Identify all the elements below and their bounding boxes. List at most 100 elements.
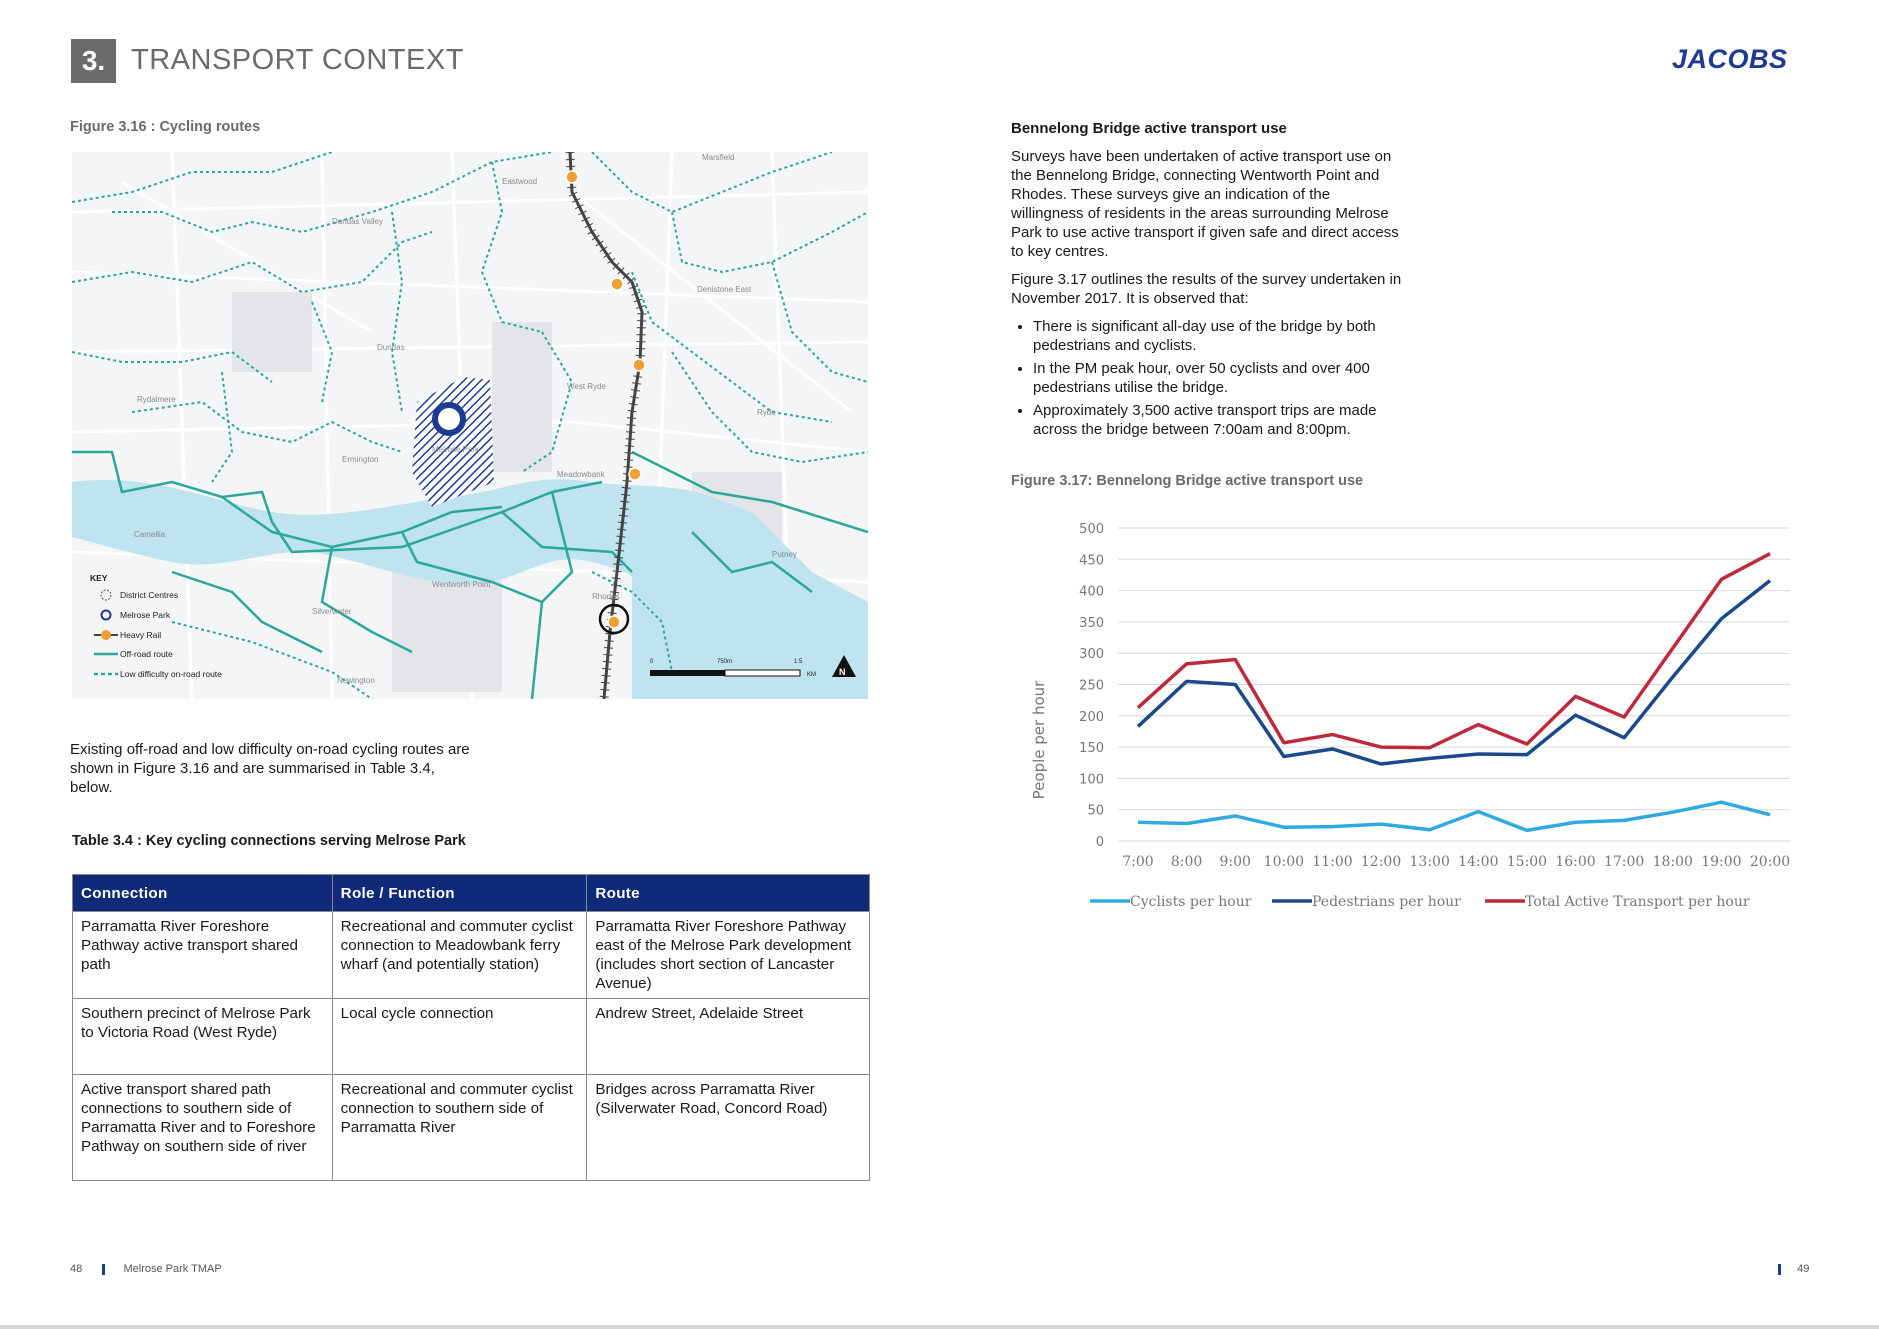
station-icon (565, 170, 579, 184)
legend-label-off-road: Off-road route (120, 649, 173, 659)
cycling-intro-text: Existing off-road and low difficulty on-… (70, 741, 470, 796)
label-melrose-park: Melrose Park (432, 445, 480, 454)
chart-x-tick-label: 9:00 (1220, 854, 1251, 870)
label-dundas-valley: Dundas Valley (332, 217, 383, 226)
chart-x-tick-label: 13:00 (1410, 854, 1450, 870)
map-legend: KEY District Centres Melrose Park Heavy … (90, 573, 222, 679)
footer-divider-icon (102, 1263, 106, 1275)
label-ermington: Ermington (342, 455, 378, 464)
table-cell: Recreational and commuter cyclist connec… (331, 911, 588, 999)
table-cell: Parramatta River Foreshore Pathway east … (586, 911, 870, 999)
table-header-connection: Connection (72, 874, 333, 912)
scale-mid: 750m (717, 659, 732, 665)
right-page-number: 49 (1797, 1263, 1810, 1275)
label-silverwater: Silverwater (312, 607, 352, 616)
chart-x-tick-labels: 7:00 8:00 9:00 10:00 11:00 12:00 13:00 14:00 15:… (1122, 854, 1790, 870)
melrose-park-area (412, 377, 494, 507)
bennelong-line-chart: 0 50 100 150 200 250 300 350 400 450 500 7:00 8:00 9… (1030, 522, 1790, 910)
chart-x-tick-label: 18:00 (1653, 854, 1693, 870)
table-cell: Parramatta River Foreshore Pathway activ… (72, 911, 333, 999)
legend-key-title: KEY (90, 573, 108, 583)
table-cell: Local cycle connection (331, 998, 588, 1075)
label-west-ryde: West Ryde (567, 382, 607, 391)
chart-series-line (1136, 552, 1771, 750)
chart-series-line (1137, 800, 1771, 833)
footer-divider-icon (1778, 1263, 1781, 1275)
label-dundas: Dundas (377, 343, 405, 352)
bennelong-para-2: Figure 3.17 outlines the results of the … (1011, 271, 1402, 307)
chart-x-tick-label: 19:00 (1701, 854, 1741, 870)
bullet-item: In the PM peak hour, over 50 cyclists an… (1033, 359, 1406, 397)
table-header-row: Connection Role / Function Route (72, 874, 870, 912)
chart-x-tick-label: 11:00 (1312, 854, 1352, 870)
north-label: N (839, 667, 846, 677)
page-bottom-strip (0, 1325, 1879, 1329)
bennelong-bullets: There is significant all-day use of the … (1011, 317, 1406, 443)
chart-y-tick-label: 0 (1096, 835, 1104, 850)
label-newington: Newington (337, 676, 375, 685)
chart-y-tick-label: 300 (1079, 647, 1104, 662)
station-icon (632, 358, 646, 372)
chart-y-tick-labels: 0 50 100 150 200 250 300 350 400 450 500 (1079, 522, 1104, 850)
map-svg: Eastwood Marsfield Denistone East Dundas… (71, 151, 869, 700)
chart-legend-label: Pedestrians per hour (1312, 894, 1461, 910)
label-marsfield: Marsfield (702, 153, 734, 162)
chart-y-tick-label: 200 (1079, 710, 1104, 725)
legend-label-district-centres: District Centres (120, 590, 178, 600)
label-eastwood: Eastwood (502, 177, 537, 186)
table-row: Southern precinct of Melrose Park to Vic… (72, 998, 870, 1075)
legend-label-low-difficulty: Low difficulty on-road route (120, 669, 222, 679)
chart-x-tick-label: 12:00 (1361, 854, 1401, 870)
label-rhodes: Rhodes (592, 592, 620, 601)
table-cell: Bridges across Parramatta River (Silverw… (586, 1074, 870, 1181)
table-header-route: Route (586, 874, 870, 912)
table-cell: Active transport shared path connections… (72, 1074, 333, 1181)
chart-x-tick-label: 7:00 (1122, 854, 1153, 870)
station-icon (628, 467, 642, 481)
label-denistone-east: Denistone East (697, 285, 752, 294)
table-header-role: Role / Function (331, 874, 588, 912)
label-wentworth-point: Wentworth Point (432, 580, 491, 589)
section-number: 3. (71, 39, 116, 83)
station-icon (610, 277, 624, 291)
chart-y-tick-label: 500 (1079, 522, 1104, 537)
scale-unit: KM (807, 672, 816, 678)
chart-x-tick-label: 15:00 (1507, 854, 1547, 870)
chart-x-tick-label: 17:00 (1604, 854, 1644, 870)
figure-3-16-caption: Figure 3.16 : Cycling routes (70, 119, 261, 135)
table-cell: Southern precinct of Melrose Park to Vic… (72, 998, 333, 1075)
left-page-number: 48 (70, 1263, 83, 1275)
circle-ring-icon (100, 609, 112, 621)
dashed-circle-icon (100, 589, 112, 601)
label-putney: Putney (772, 550, 797, 559)
chart-legend-label: Cyclists per hour (1130, 894, 1252, 910)
legend-label-heavy-rail: Heavy Rail (120, 630, 161, 640)
chart-y-tick-label: 100 (1079, 772, 1104, 787)
label-ryde: Ryde (757, 408, 776, 417)
station-icon (607, 615, 621, 629)
figure-3-17-caption: Figure 3.17: Bennelong Bridge active tra… (1011, 473, 1364, 489)
rail-station-icon (101, 630, 111, 640)
label-camellia: Camellia (134, 530, 166, 539)
footer-left: 48 Melrose Park TMAP (70, 1263, 222, 1275)
cycling-connections-table: Connection Role / Function Route Parrama… (72, 874, 870, 1181)
table-row: Parramatta River Foreshore Pathway activ… (72, 911, 870, 999)
legend-label-melrose-park: Melrose Park (120, 610, 171, 620)
jacobs-logo: JACOBS (1672, 44, 1788, 74)
chart-y-tick-label: 450 (1079, 553, 1104, 568)
chart-y-tick-label: 50 (1087, 804, 1104, 819)
footer-right: 49 (1778, 1263, 1809, 1275)
chart-x-tick-label: 16:00 (1555, 854, 1595, 870)
bennelong-heading: Bennelong Bridge active transport use (1011, 120, 1287, 137)
chart-x-tick-label: 10:00 (1264, 854, 1304, 870)
chart-y-tick-label: 150 (1079, 741, 1104, 756)
table-3-4-caption: Table 3.4 : Key cycling connections serv… (72, 833, 466, 849)
chart-y-tick-label: 250 (1079, 679, 1104, 694)
cycling-routes-map: Eastwood Marsfield Denistone East Dundas… (71, 151, 869, 700)
chart-y-axis-label: People per hour (1030, 680, 1048, 799)
bullet-item: Approximately 3,500 active transport tri… (1033, 401, 1406, 439)
label-meadowbank: Meadowbank (557, 470, 606, 479)
section-title: TRANSPORT CONTEXT (131, 44, 464, 76)
chart-x-tick-label: 14:00 (1458, 854, 1498, 870)
chart-legend-label: Total Active Transport per hour (1525, 894, 1750, 910)
